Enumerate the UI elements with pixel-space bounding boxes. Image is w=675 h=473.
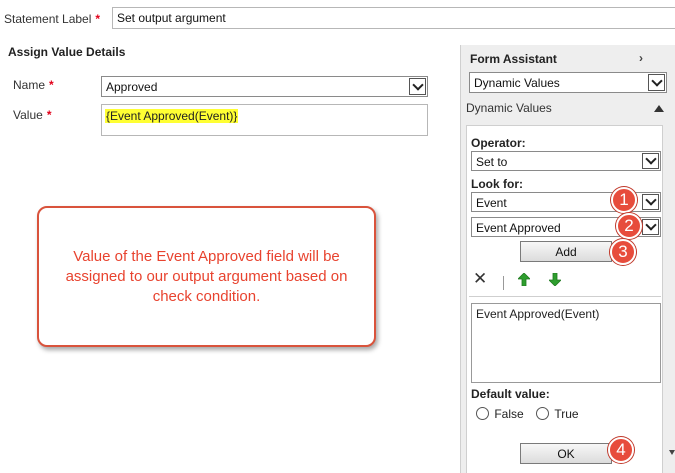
- operator-label: Operator:: [471, 136, 526, 150]
- toolbar-divider: [503, 276, 504, 290]
- dynamic-values-section-header[interactable]: Dynamic Values: [466, 101, 666, 117]
- required-marker: *: [46, 108, 52, 122]
- true-label: True: [554, 406, 579, 421]
- assistant-mode-select[interactable]: Dynamic Values: [469, 72, 667, 93]
- form-assistant-panel: Form Assistant › Dynamic Values Dynamic …: [460, 45, 675, 473]
- toolbar-separator-line: [469, 296, 661, 297]
- operator-value: Set to: [476, 155, 508, 169]
- step-badge-2: 2: [616, 213, 642, 239]
- move-up-icon[interactable]: [517, 272, 531, 287]
- required-marker: *: [95, 12, 101, 26]
- chevron-down-icon[interactable]: [642, 153, 659, 169]
- chevron-down-icon[interactable]: [648, 74, 665, 91]
- step-badge-1: 1: [611, 187, 637, 213]
- delete-icon[interactable]: ✕: [473, 270, 487, 287]
- name-select-value: Approved: [106, 80, 158, 94]
- name-label: Name *: [13, 78, 54, 92]
- default-true-option[interactable]: True: [536, 406, 579, 421]
- collapse-panel-icon[interactable]: ›: [639, 52, 649, 64]
- operator-select[interactable]: Set to: [471, 151, 661, 171]
- step-badge-4: 4: [608, 437, 634, 463]
- statement-label: Statement Label *: [4, 12, 100, 26]
- value-input[interactable]: {Event Approved(Event)}: [101, 104, 428, 136]
- callout-text: Value of the Event Approved field will b…: [65, 247, 348, 305]
- move-down-icon[interactable]: [548, 272, 562, 287]
- ok-button[interactable]: OK: [520, 443, 612, 464]
- value-dynamic-token: {Event Approved(Event)}: [105, 109, 239, 123]
- name-label-text: Name: [13, 78, 46, 92]
- statement-label-text: Statement Label: [4, 12, 92, 26]
- chevron-down-icon[interactable]: [642, 194, 659, 210]
- statement-label-input[interactable]: Set output argument: [112, 7, 675, 29]
- look-for-entity-value: Event: [476, 196, 507, 210]
- look-for-field-value: Event Approved: [476, 221, 561, 235]
- dynamic-values-label: Dynamic Values: [466, 101, 552, 115]
- chevron-down-icon[interactable]: [409, 78, 426, 95]
- value-label: Value *: [13, 108, 51, 122]
- true-radio[interactable]: [536, 407, 549, 421]
- default-false-option[interactable]: False: [476, 406, 524, 421]
- step-badge-3: 3: [610, 239, 636, 265]
- chevron-down-icon[interactable]: [642, 219, 659, 235]
- dynamic-values-box: Operator: Set to Look for: Event Event A…: [466, 125, 663, 473]
- scroll-down-icon[interactable]: [669, 450, 675, 455]
- look-for-label: Look for:: [471, 177, 523, 191]
- false-radio[interactable]: [476, 407, 489, 421]
- collapse-section-icon[interactable]: [654, 105, 664, 112]
- assign-section-title: Assign Value Details: [8, 45, 126, 59]
- selected-values-list[interactable]: Event Approved(Event): [471, 303, 661, 383]
- required-marker: *: [49, 78, 54, 92]
- add-button[interactable]: Add: [520, 241, 612, 262]
- assistant-mode-value: Dynamic Values: [474, 76, 560, 90]
- callout-box: Value of the Event Approved field will b…: [37, 206, 376, 347]
- form-assistant-title: Form Assistant: [470, 52, 557, 66]
- default-value-label: Default value:: [471, 387, 550, 401]
- value-label-text: Value: [13, 108, 43, 122]
- name-select[interactable]: Approved: [101, 76, 428, 97]
- false-label: False: [494, 406, 524, 421]
- statement-label-value: Set output argument: [117, 11, 226, 25]
- list-item[interactable]: Event Approved(Event): [476, 307, 599, 321]
